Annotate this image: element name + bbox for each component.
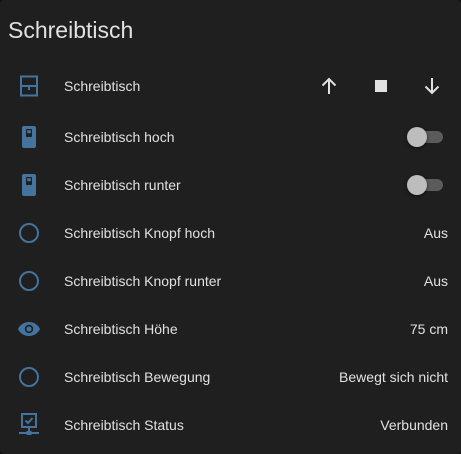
entity-row-schreibtisch-hoch[interactable]: Schreibtisch hoch	[0, 117, 461, 157]
entity-label: Schreibtisch Höhe	[64, 321, 178, 337]
cover-open-button[interactable]	[317, 74, 341, 98]
entity-row-schreibtisch-hoehe[interactable]: Schreibtisch Höhe 75 cm	[0, 309, 461, 349]
eye-icon[interactable]	[16, 316, 42, 342]
schreibtisch-runter-toggle[interactable]	[407, 175, 445, 195]
entity-label: Schreibtisch Knopf hoch	[64, 225, 215, 241]
entity-row-schreibtisch-knopf-hoch[interactable]: Schreibtisch Knopf hoch Aus	[0, 213, 461, 253]
card-title: Schreibtisch	[8, 17, 134, 43]
cover-stop-button[interactable]	[369, 74, 393, 98]
toggle-knob	[407, 127, 427, 147]
circle-outline-icon[interactable]	[16, 220, 42, 246]
circle-outline-icon[interactable]	[16, 364, 42, 390]
light-switch-icon[interactable]	[16, 124, 42, 150]
arrow-up-icon	[321, 77, 337, 94]
entity-label: Schreibtisch hoch	[64, 129, 175, 145]
window-shutter-icon[interactable]	[16, 73, 42, 99]
entity-row-schreibtisch-status[interactable]: Schreibtisch Status Verbunden	[0, 405, 461, 445]
arrow-down-icon	[424, 78, 440, 95]
entity-state: 75 cm	[409, 321, 448, 337]
monitor-network-icon[interactable]	[16, 412, 42, 438]
stop-icon	[375, 80, 387, 92]
schreibtisch-hoch-toggle[interactable]	[407, 127, 445, 147]
entity-row-schreibtisch[interactable]: Schreibtisch	[0, 66, 461, 106]
entity-state: Bewegt sich nicht	[339, 369, 448, 385]
entity-label: Schreibtisch Bewegung	[64, 369, 211, 385]
entity-label: Schreibtisch Knopf runter	[64, 273, 222, 289]
entity-state: Aus	[423, 273, 448, 289]
entity-state: Aus	[423, 225, 448, 241]
entity-state: Verbunden	[380, 417, 448, 433]
toggle-knob	[407, 175, 427, 195]
entities-card: Schreibtisch Schreibtisch Schreibtisch h…	[0, 0, 461, 454]
cover-close-button[interactable]	[420, 74, 444, 98]
entity-row-schreibtisch-runter[interactable]: Schreibtisch runter	[0, 165, 461, 205]
entity-label: Schreibtisch	[64, 78, 141, 94]
circle-outline-icon[interactable]	[16, 268, 42, 294]
entity-row-schreibtisch-knopf-runter[interactable]: Schreibtisch Knopf runter Aus	[0, 261, 461, 301]
entity-row-schreibtisch-bewegung[interactable]: Schreibtisch Bewegung Bewegt sich nicht	[0, 357, 461, 397]
entity-label: Schreibtisch runter	[64, 177, 181, 193]
light-switch-icon[interactable]	[16, 172, 42, 198]
entity-label: Schreibtisch Status	[64, 417, 184, 433]
